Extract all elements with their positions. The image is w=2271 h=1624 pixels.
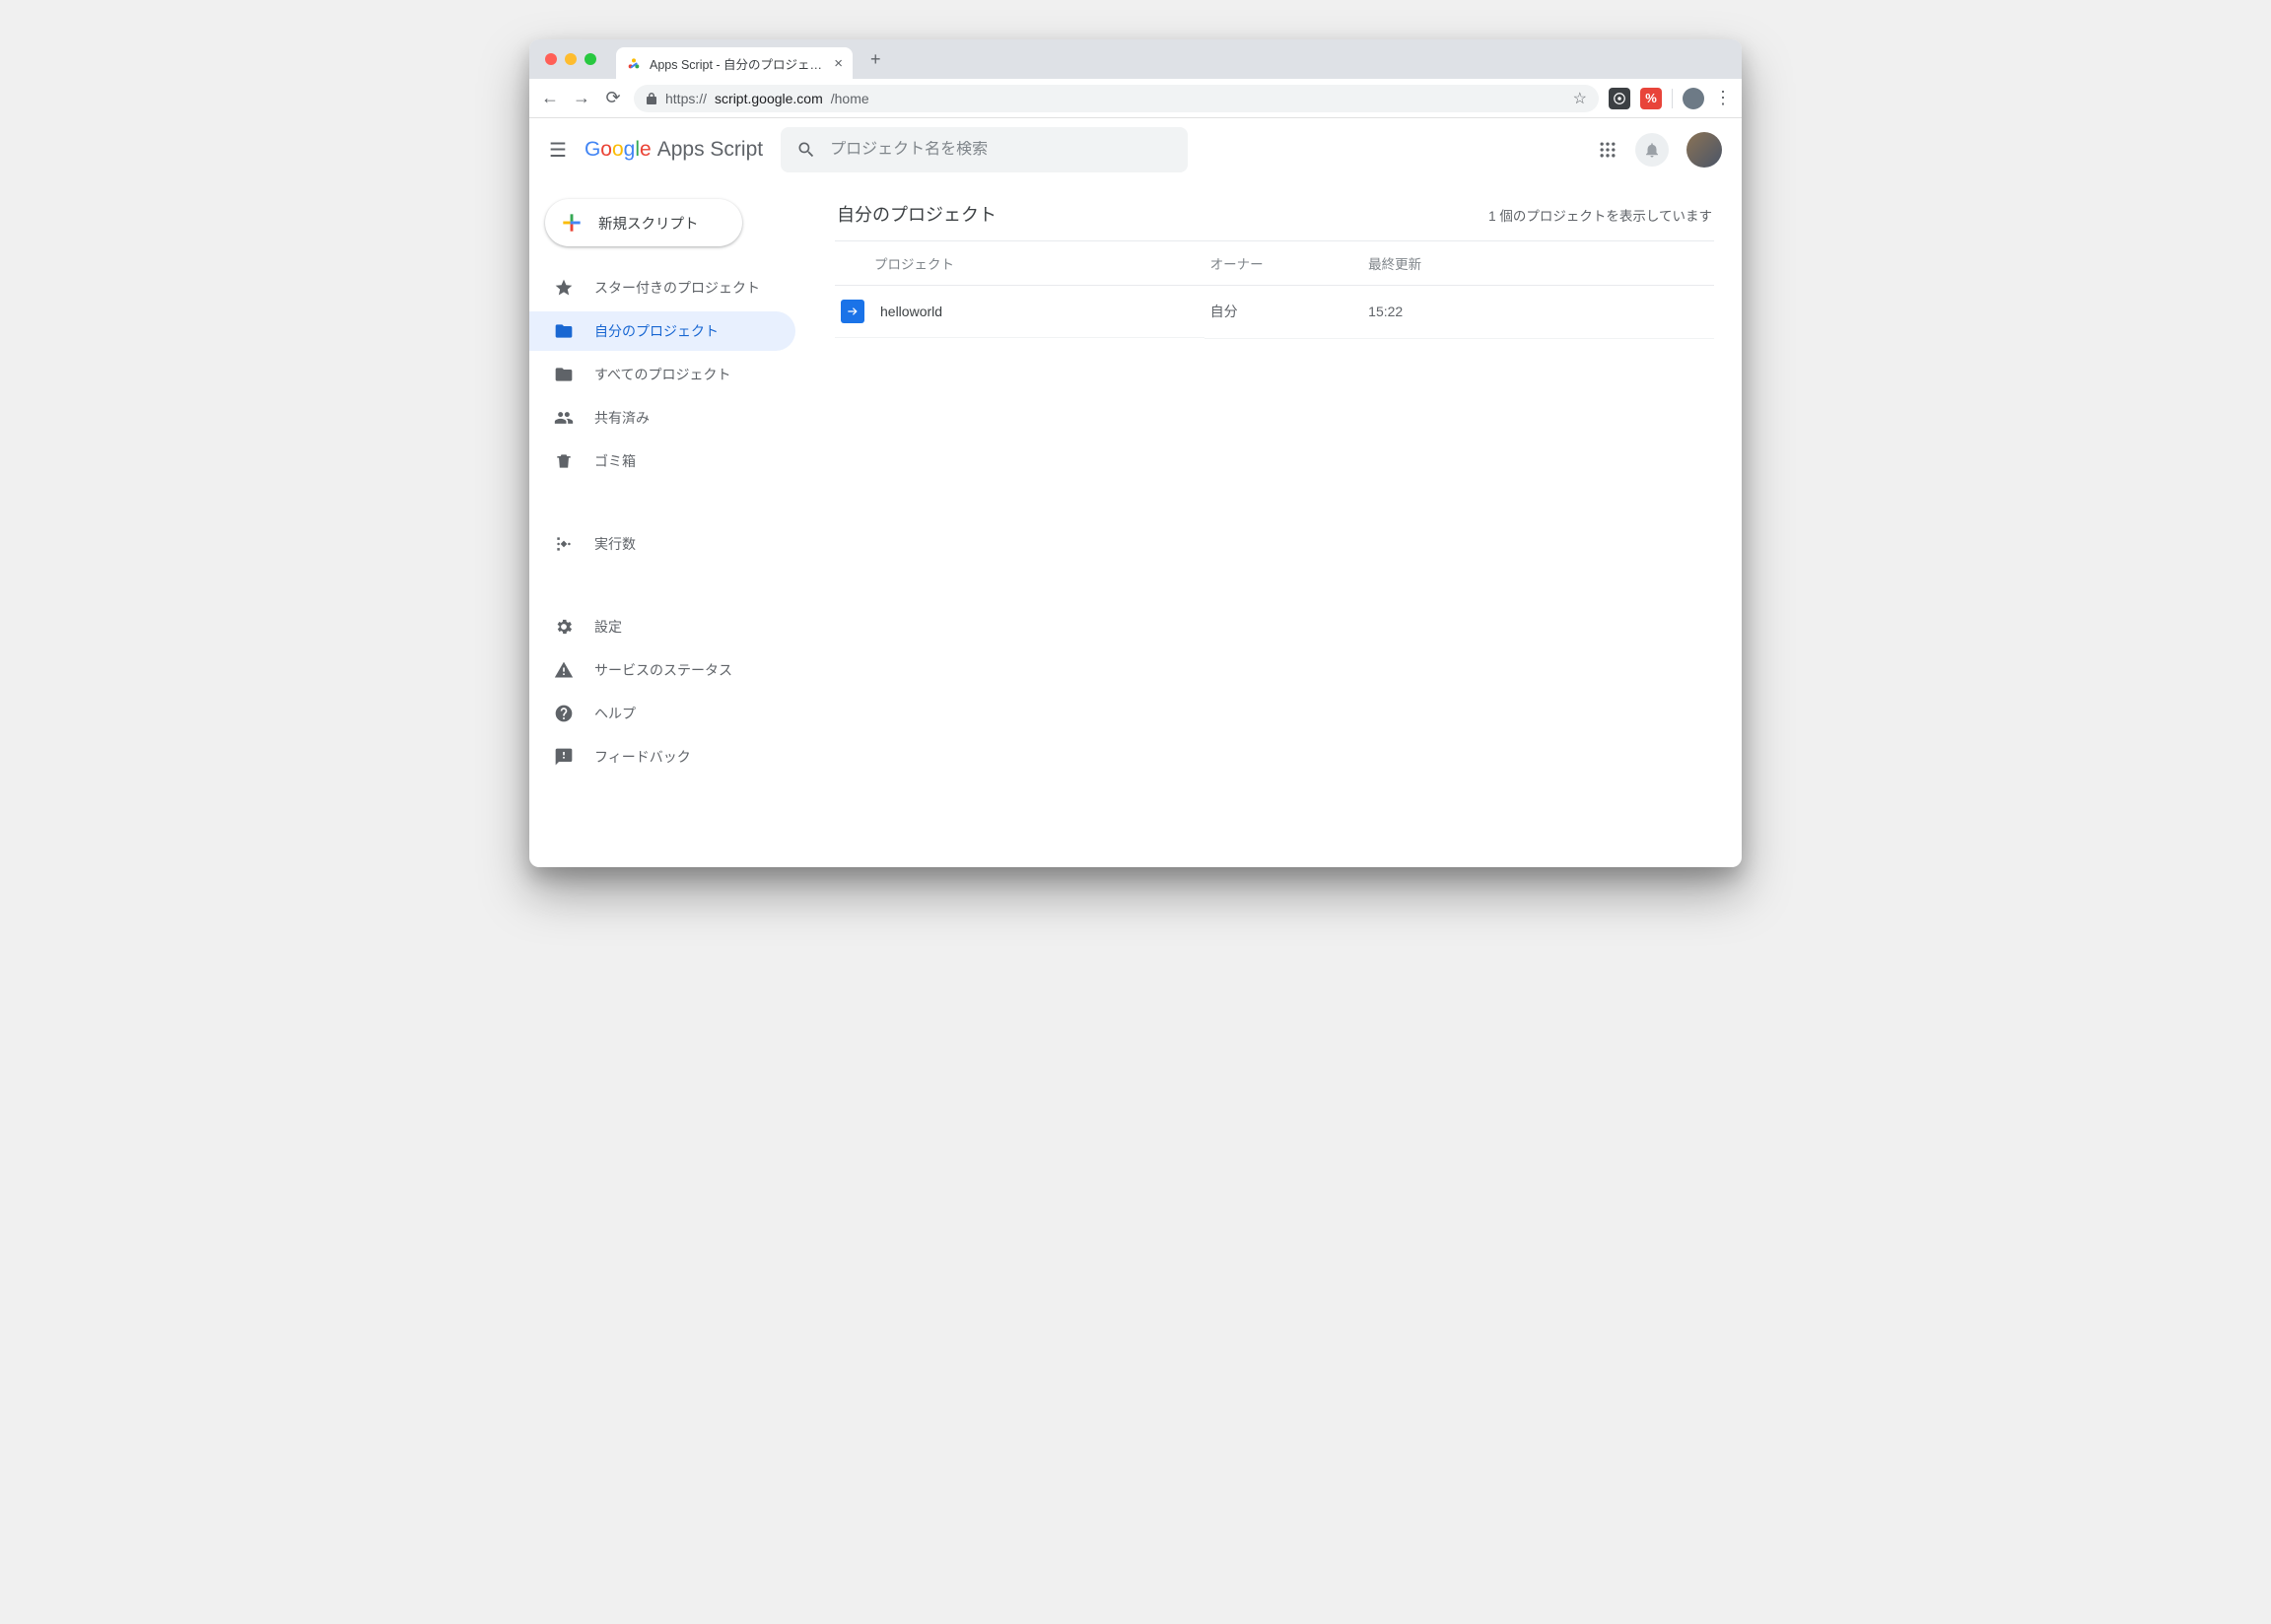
sidebar-item-label: 自分のプロジェクト [594,321,719,341]
sidebar-item-label: ゴミ箱 [594,451,636,471]
project-count: 1 個のプロジェクトを表示しています [1488,205,1712,225]
plus-icon [559,210,585,236]
window-controls [541,53,596,65]
sidebar-item-executions[interactable]: 実行数 [529,524,795,564]
sidebar-item-label: サービスのステータス [594,660,732,680]
project-updated: 15:22 [1362,286,1714,339]
new-script-button[interactable]: 新規スクリプト [545,199,742,246]
sidebar-item-label: フィードバック [594,747,691,767]
url-host: script.google.com [715,91,823,106]
col-updated[interactable]: 最終更新 [1362,241,1714,286]
sidebar-item-settings[interactable]: 設定 [529,607,795,646]
folder-icon [553,365,575,384]
browser-window: Apps Script - 自分のプロジェクト × + ← → ⟳ https:… [529,39,1742,867]
window-zoom-button[interactable] [585,53,596,65]
url-path: /home [831,91,869,106]
browser-toolbar: ← → ⟳ https:// script.google.com/home ☆ %… [529,79,1742,118]
titlebar: Apps Script - 自分のプロジェクト × + [529,39,1742,79]
product-logo: Google Apps Script [585,138,763,162]
new-tab-button[interactable]: + [862,45,889,74]
browser-tab[interactable]: Apps Script - 自分のプロジェクト × [616,47,853,79]
script-project-icon [841,300,864,323]
trash-icon [553,451,575,471]
browser-menu-icon[interactable]: ⋮ [1714,88,1732,108]
sidebar-item-starred[interactable]: スター付きのプロジェクト [529,268,795,307]
nav-reload-icon[interactable]: ⟳ [602,88,624,108]
project-owner: 自分 [1204,286,1363,339]
extension-icon[interactable]: % [1640,88,1662,109]
google-logo: Google [585,138,652,162]
menu-icon[interactable]: ☰ [549,138,567,163]
sidebar-item-trash[interactable]: ゴミ箱 [529,441,795,481]
sidebar-item-label: 設定 [594,617,622,637]
window-minimize-button[interactable] [565,53,577,65]
apps-grid-icon[interactable] [1598,140,1617,160]
app: ☰ Google Apps Script [529,118,1742,867]
col-project[interactable]: プロジェクト [835,241,1204,286]
nav-back-icon[interactable]: ← [539,88,561,108]
warning-icon [553,660,575,680]
projects-table: プロジェクト オーナー 最終更新 helloworld 自分15:22 [835,240,1714,339]
sidebar-item-label: ヘルプ [594,704,636,723]
star-icon [553,278,575,298]
search-icon [796,140,816,160]
bookmark-star-icon[interactable]: ☆ [1573,89,1587,108]
apps-script-favicon-icon [626,55,642,71]
table-row[interactable]: helloworld 自分15:22 [835,286,1714,339]
sidebar-item-status[interactable]: サービスのステータス [529,650,795,690]
sidebar-item-label: すべてのプロジェクト [594,365,730,384]
col-owner[interactable]: オーナー [1204,241,1363,286]
divider [1672,89,1673,108]
notifications-icon[interactable] [1635,133,1669,167]
search-bar[interactable] [781,127,1187,172]
page-title: 自分のプロジェクト [837,201,997,227]
nav-forward-icon[interactable]: → [571,88,592,108]
sidebar-item-label: 実行数 [594,534,636,554]
account-avatar[interactable] [1686,132,1722,168]
sidebar-item-shared[interactable]: 共有済み [529,398,795,438]
executions-icon [553,534,575,554]
sidebar-item-feedback[interactable]: フィードバック [529,737,795,777]
tab-title: Apps Script - 自分のプロジェクト [650,54,826,73]
window-close-button[interactable] [545,53,557,65]
address-bar[interactable]: https:// script.google.com/home ☆ [634,85,1599,112]
search-input[interactable] [830,141,1171,159]
help-icon [553,704,575,723]
product-name: Apps Script [657,138,763,162]
extension-icon[interactable] [1609,88,1630,109]
url-scheme: https:// [665,91,707,106]
sidebar: 新規スクリプト スター付きのプロジェクト 自分のプロジェクト [529,181,825,867]
browser-profile-avatar[interactable] [1683,88,1704,109]
project-name: helloworld [880,304,942,319]
people-icon [553,408,575,428]
folder-icon [553,321,575,341]
app-header: ☰ Google Apps Script [529,118,1742,181]
sidebar-item-label: スター付きのプロジェクト [594,278,760,298]
gear-icon [553,617,575,637]
sidebar-item-help[interactable]: ヘルプ [529,694,795,733]
sidebar-item-all-projects[interactable]: すべてのプロジェクト [529,355,795,394]
tab-close-icon[interactable]: × [834,56,843,71]
feedback-icon [553,747,575,767]
new-script-label: 新規スクリプト [598,213,699,234]
main-content: 自分のプロジェクト 1 個のプロジェクトを表示しています プロジェクト オーナー… [825,181,1742,867]
lock-icon [646,92,657,105]
sidebar-item-label: 共有済み [594,408,650,428]
sidebar-item-my-projects[interactable]: 自分のプロジェクト [529,311,795,351]
